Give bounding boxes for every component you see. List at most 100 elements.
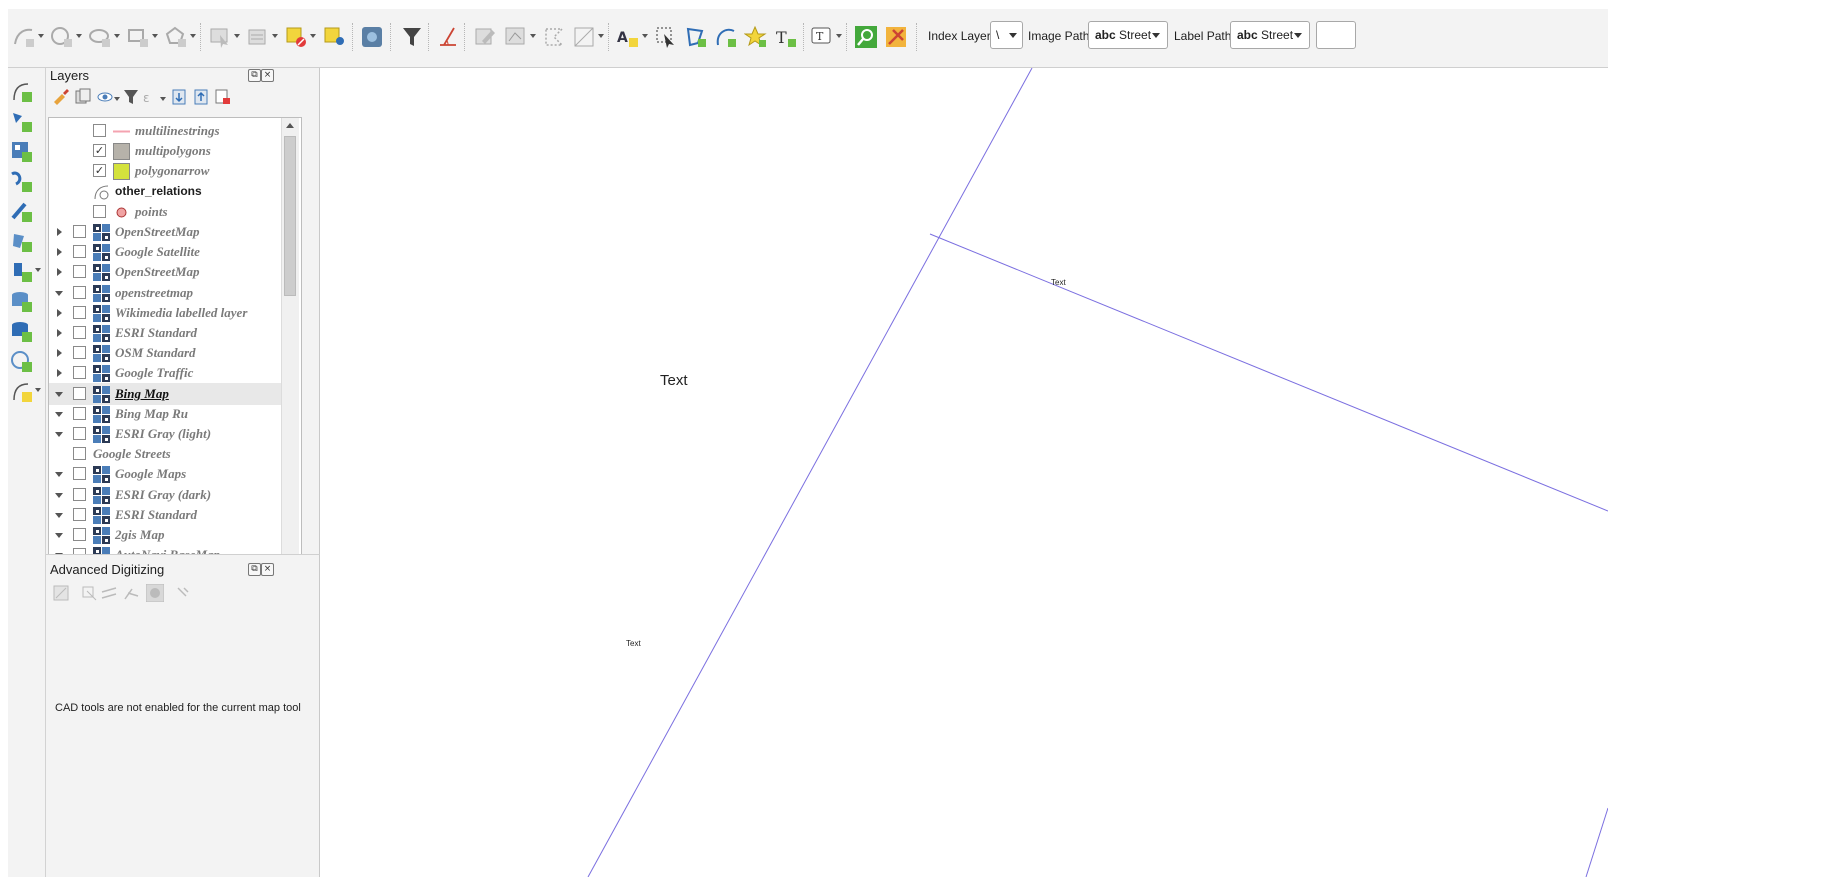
annotation-text-icon[interactable]: T bbox=[810, 25, 834, 49]
collapse-arrow-icon[interactable] bbox=[55, 432, 63, 437]
add-mesh-layer-icon[interactable] bbox=[10, 170, 34, 194]
plugin-tool-icon[interactable] bbox=[884, 25, 908, 49]
add-wfs-layer-icon[interactable] bbox=[10, 350, 34, 374]
add-delimited-text-icon[interactable] bbox=[10, 200, 34, 224]
expand-arrow-icon[interactable] bbox=[57, 308, 62, 317]
layer-tree-item[interactable]: ESRI Gray (light) bbox=[49, 423, 299, 445]
scroll-up-icon[interactable] bbox=[286, 123, 294, 128]
select-by-value-icon[interactable] bbox=[246, 25, 270, 49]
layer-tree-item[interactable]: points bbox=[49, 201, 299, 223]
expand-arrow-icon[interactable] bbox=[57, 268, 62, 277]
construction-mode-icon[interactable] bbox=[80, 584, 98, 602]
collapse-arrow-icon[interactable] bbox=[55, 512, 63, 518]
chevron-down-icon[interactable] bbox=[114, 97, 120, 101]
vertex-tool-icon[interactable] bbox=[542, 25, 566, 49]
edit-pencil-icon[interactable] bbox=[474, 25, 498, 49]
layer-tree-item[interactable]: ESRI Gray (dark) bbox=[49, 484, 299, 506]
add-ellipse-icon[interactable] bbox=[88, 25, 112, 49]
collapse-arrow-icon[interactable] bbox=[55, 411, 63, 417]
layer-visibility-checkbox[interactable] bbox=[73, 406, 86, 420]
layer-tree-item[interactable]: OpenStreetMap bbox=[49, 261, 299, 283]
add-line-feature-icon[interactable] bbox=[12, 25, 36, 49]
collapse-all-icon[interactable] bbox=[192, 88, 210, 106]
processing-toolbox-icon[interactable] bbox=[360, 25, 384, 49]
layer-tree-item[interactable]: OpenStreetMap bbox=[49, 221, 299, 243]
add-raster-layer-icon[interactable] bbox=[10, 140, 34, 164]
layer-visibility-checkbox[interactable] bbox=[73, 346, 86, 360]
add-star-icon[interactable] bbox=[744, 25, 768, 49]
floater-icon[interactable] bbox=[174, 584, 192, 602]
map-canvas[interactable]: Text Text Text bbox=[320, 68, 1608, 877]
chevron-down-icon[interactable] bbox=[114, 34, 120, 38]
close-panel-button[interactable]: × bbox=[261, 69, 274, 82]
layer-tree-item[interactable]: ✓ multipolygons bbox=[49, 140, 299, 162]
layer-visibility-checkbox[interactable] bbox=[73, 265, 86, 279]
float-panel-button[interactable]: ⧉ bbox=[248, 563, 261, 576]
select-location-icon[interactable] bbox=[322, 25, 346, 49]
measure-angle-icon[interactable] bbox=[436, 25, 460, 49]
layer-tree-item[interactable]: Bing Map Ru bbox=[49, 403, 299, 425]
label-path-combo[interactable]: abc Street bbox=[1230, 21, 1310, 49]
select-features-icon[interactable] bbox=[208, 25, 232, 49]
chevron-down-icon[interactable] bbox=[598, 34, 604, 38]
add-postgis-icon[interactable] bbox=[10, 260, 34, 284]
layer-tree-item[interactable]: ESRI Standard bbox=[49, 322, 299, 344]
add-wms-layer-icon[interactable] bbox=[10, 320, 34, 344]
layer-visibility-checkbox[interactable] bbox=[73, 326, 86, 339]
layer-visibility-checkbox[interactable] bbox=[73, 447, 86, 461]
cad-settings-icon[interactable] bbox=[146, 584, 164, 602]
expand-all-icon[interactable] bbox=[170, 88, 188, 106]
scrollbar-thumb[interactable] bbox=[284, 136, 296, 296]
layer-visibility-checkbox[interactable] bbox=[73, 427, 86, 440]
add-regular-polygon-icon[interactable] bbox=[164, 25, 188, 49]
layer-tree-item[interactable]: openstreetmap bbox=[49, 282, 299, 304]
layer-visibility-checkbox[interactable]: ✓ bbox=[93, 144, 106, 158]
layer-tree-item[interactable]: 2gis Map bbox=[49, 524, 299, 546]
layer-tree-item[interactable]: OSM Standard bbox=[49, 342, 299, 364]
chevron-down-icon[interactable] bbox=[272, 34, 278, 38]
collapse-arrow-icon[interactable] bbox=[55, 492, 63, 498]
select-label-icon[interactable] bbox=[654, 25, 678, 49]
digitize-icon[interactable] bbox=[504, 25, 528, 49]
parallel-icon[interactable] bbox=[100, 584, 118, 602]
label-tool-icon[interactable]: A bbox=[616, 25, 640, 49]
split-features-icon[interactable] bbox=[572, 25, 596, 49]
image-path-combo[interactable]: abc Street bbox=[1088, 21, 1168, 49]
new-shapefile-icon[interactable] bbox=[10, 380, 34, 404]
layer-tree-item[interactable]: multilinestrings bbox=[49, 120, 299, 142]
chevron-down-icon[interactable] bbox=[190, 34, 196, 38]
collapse-arrow-icon[interactable] bbox=[55, 472, 63, 478]
map-line-feature[interactable] bbox=[1585, 807, 1608, 877]
layer-visibility-checkbox[interactable] bbox=[73, 487, 86, 501]
index-layer-combo[interactable]: \ bbox=[990, 21, 1023, 49]
layer-tree-item[interactable]: ESRI Standard bbox=[49, 504, 299, 526]
close-panel-button[interactable]: × bbox=[261, 563, 274, 576]
chevron-down-icon[interactable] bbox=[38, 34, 44, 38]
layer-tree-item[interactable]: other_relations bbox=[49, 181, 299, 203]
layer-visibility-checkbox[interactable] bbox=[73, 386, 86, 400]
new-linestring-icon[interactable] bbox=[10, 80, 34, 104]
expand-arrow-icon[interactable] bbox=[57, 248, 62, 257]
deselect-features-icon[interactable] bbox=[284, 25, 308, 49]
chevron-down-icon[interactable] bbox=[76, 34, 82, 38]
collapse-arrow-icon[interactable] bbox=[55, 290, 63, 296]
add-database-icon[interactable] bbox=[10, 290, 34, 314]
add-spatialite-icon[interactable] bbox=[10, 230, 34, 254]
chevron-down-icon[interactable] bbox=[35, 268, 41, 272]
chevron-down-icon[interactable] bbox=[152, 34, 158, 38]
enable-cad-icon[interactable] bbox=[52, 584, 70, 602]
layer-tree-item[interactable]: Google Satellite bbox=[49, 241, 299, 263]
layer-visibility-checkbox[interactable] bbox=[73, 467, 86, 481]
layer-tree-item[interactable]: Google Streets bbox=[49, 443, 299, 465]
chevron-down-icon[interactable] bbox=[642, 34, 648, 38]
chevron-down-icon[interactable] bbox=[310, 34, 316, 38]
map-line-feature[interactable] bbox=[929, 233, 1608, 512]
chevron-down-icon[interactable] bbox=[836, 34, 842, 38]
add-circle-icon[interactable] bbox=[50, 25, 74, 49]
expand-arrow-icon[interactable] bbox=[57, 349, 62, 358]
identify-search-icon[interactable] bbox=[854, 25, 878, 49]
filter-icon[interactable] bbox=[400, 25, 424, 49]
remove-layer-icon[interactable] bbox=[214, 88, 232, 106]
add-polygon-icon[interactable] bbox=[684, 25, 708, 49]
layer-visibility-checkbox[interactable] bbox=[73, 305, 86, 319]
